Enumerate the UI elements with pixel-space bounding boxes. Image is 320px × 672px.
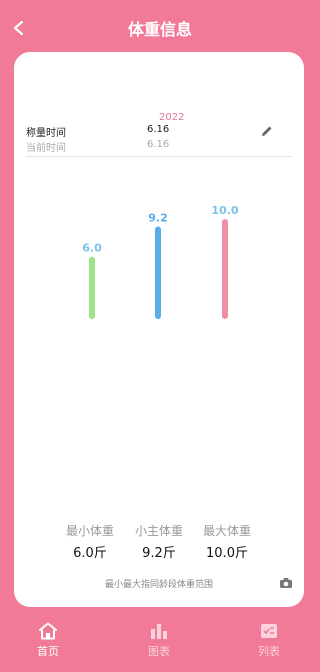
weight-stats: 最小体重 6.0斤 小主体重 9.2斤 最大体重 10.0斤	[64, 522, 264, 562]
checklist-icon	[258, 620, 280, 642]
tab-home[interactable]: 首页	[8, 616, 88, 672]
bar-chart-icon	[148, 620, 170, 642]
weigh-time-label: 称量时间	[26, 128, 66, 139]
stat-max: 最大体重 10.0斤	[192, 522, 262, 561]
tab-list[interactable]: 列表	[229, 616, 309, 672]
weigh-time-row: 称量时间 6.16	[26, 124, 292, 139]
time-info: 2022 称量时间 6.16 当前时间 6.16	[26, 112, 292, 156]
tab-chart-label: 图表	[148, 645, 170, 658]
tab-list-label: 列表	[258, 645, 280, 658]
weight-bar-chart: 6.0最小9.2小主10.0最大	[82, 204, 239, 319]
weigh-time-value: 6.16	[147, 124, 170, 135]
tab-chart[interactable]: 图表	[119, 616, 199, 672]
bar-value-label-2: 9.2	[148, 212, 168, 225]
pencil-icon	[262, 126, 272, 136]
tab-home-label: 首页	[37, 645, 59, 658]
back-button[interactable]	[6, 14, 32, 42]
camera-button[interactable]	[278, 576, 294, 590]
stat-max-value: 10.0斤	[206, 546, 248, 561]
edit-button[interactable]	[260, 124, 274, 138]
camera-icon	[280, 578, 292, 588]
current-time-label: 当前时间	[26, 143, 66, 154]
divider	[26, 156, 292, 157]
home-icon	[37, 620, 59, 642]
app-header: 体重信息	[0, 0, 320, 56]
stat-min: 最小体重 6.0斤	[55, 522, 125, 561]
weight-card: 2022 称量时间 6.16 当前时间 6.16 6.0最小9.2小主10.0最…	[14, 52, 304, 607]
stat-min-value: 6.0斤	[73, 546, 107, 561]
back-arrow-icon	[13, 20, 24, 36]
range-footnote: 最小最大指同龄段体重范围	[104, 580, 213, 590]
stat-min-title: 最小体重	[65, 524, 114, 538]
stat-mine: 小主体重 9.2斤	[124, 522, 194, 561]
current-time-value: 6.16	[147, 139, 170, 150]
page-title: 体重信息	[127, 20, 192, 39]
stat-mine-value: 9.2斤	[142, 546, 176, 561]
stat-max-title: 最大体重	[202, 524, 251, 538]
bar-value-label-3: 10.0	[211, 204, 238, 217]
stat-mine-title: 小主体重	[134, 524, 183, 538]
bottom-tab-bar: 首页 图表 列表	[0, 616, 320, 672]
bar-value-label-1: 6.0	[82, 242, 102, 255]
year-label: 2022	[159, 112, 185, 123]
current-time-row: 当前时间 6.16	[26, 139, 292, 154]
